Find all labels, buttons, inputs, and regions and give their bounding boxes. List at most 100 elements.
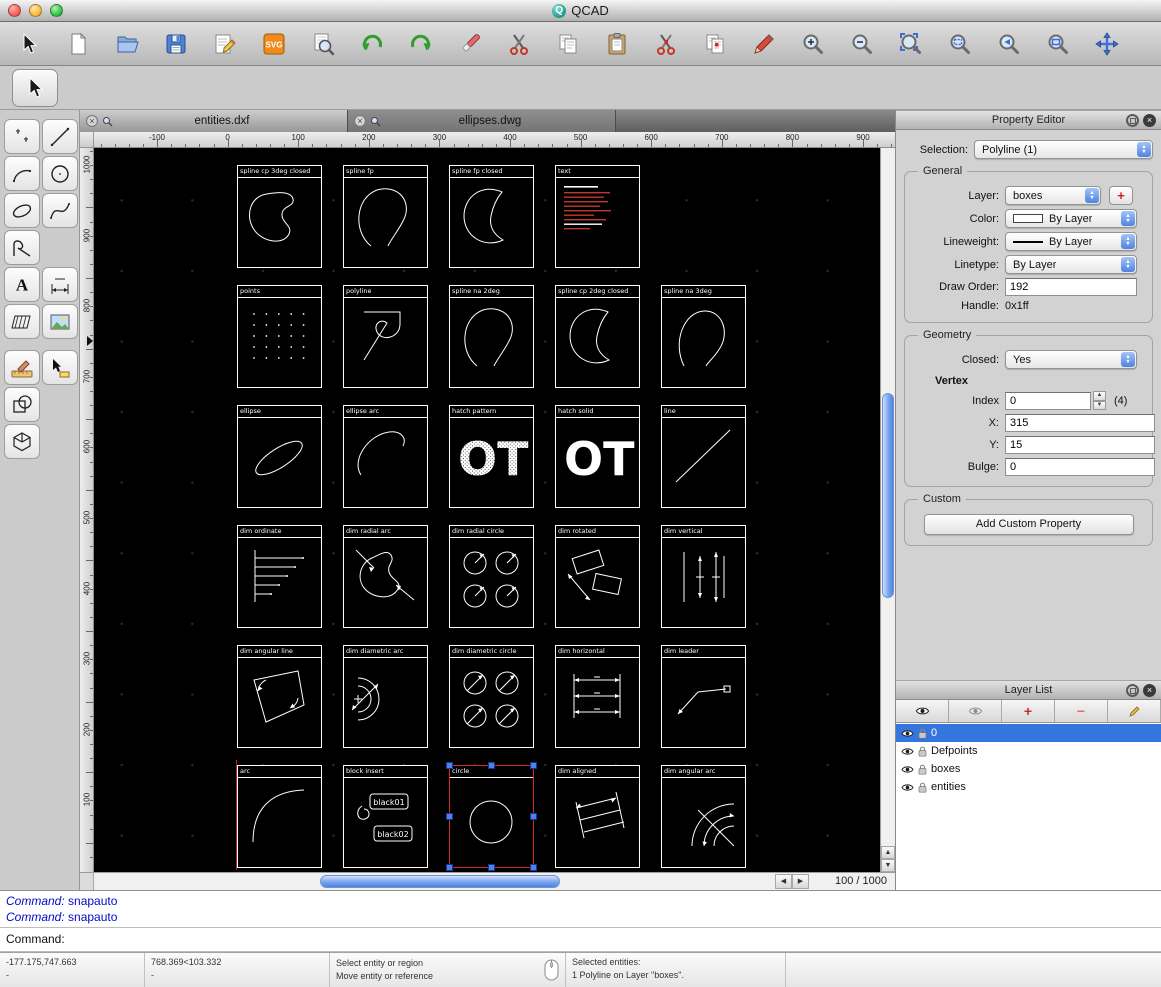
save-drawing-button[interactable] [159, 27, 193, 61]
layer-row-0[interactable]: 0 [896, 724, 1161, 742]
edit-layer-button[interactable] [1108, 700, 1161, 722]
color-popup[interactable]: By Layer ▲▼ [1005, 209, 1137, 228]
selection-handle[interactable] [446, 762, 453, 769]
entity-spline-cp-3deg-closed[interactable]: spline cp 3deg closed [237, 165, 322, 268]
text-tool-button[interactable]: A [4, 267, 40, 302]
dimension-tool-button[interactable] [42, 267, 78, 302]
selection-handle[interactable] [530, 864, 537, 871]
layer-popup[interactable]: boxes ▲▼ [1005, 186, 1101, 205]
selection-handle[interactable] [530, 762, 537, 769]
add-layer-button[interactable]: + [1109, 186, 1133, 205]
tab-zoom-icon[interactable] [102, 116, 113, 127]
vertex-bulge-field[interactable] [1005, 458, 1155, 476]
selection-handle[interactable] [530, 813, 537, 820]
hide-all-layers-button[interactable] [949, 700, 1002, 722]
scroll-left-icon[interactable]: ◀ [775, 874, 792, 889]
zoom-in-button[interactable] [796, 27, 830, 61]
line-tool-button[interactable] [42, 119, 78, 154]
lineweight-popup[interactable]: By Layer ▲▼ [1005, 232, 1137, 251]
layer-lock-icon[interactable] [918, 728, 927, 739]
entity-dim-ordinate[interactable]: dim ordinate [237, 525, 322, 628]
layer-row-entities[interactable]: entities [896, 778, 1161, 796]
entity-spline-fp-closed[interactable]: spline fp closed [449, 165, 534, 268]
info-tool-button[interactable] [42, 350, 78, 385]
vertical-scrollbar[interactable]: ▲ ▼ [880, 148, 895, 872]
scroll-down-icon[interactable]: ▼ [881, 859, 895, 872]
linetype-popup[interactable]: By Layer ▲▼ [1005, 255, 1137, 274]
tab-close-icon[interactable]: × [86, 115, 98, 127]
entity-spline-cp-2deg-closed[interactable]: spline cp 2deg closed [555, 285, 640, 388]
entity-ellipse[interactable]: ellipse [237, 405, 322, 508]
print-preview-button[interactable] [306, 27, 340, 61]
layer-lock-icon[interactable] [918, 782, 927, 793]
vertical-scroll-thumb[interactable] [882, 393, 894, 598]
cut-button[interactable] [502, 27, 536, 61]
horizontal-scroll-thumb[interactable] [320, 875, 560, 888]
entity-dim-diametric-arc[interactable]: dim diametric arc [343, 645, 428, 748]
entity-arc[interactable]: arc [237, 765, 322, 868]
new-layer-button[interactable]: + [1002, 700, 1055, 722]
selection-popup[interactable]: Polyline (1) ▲▼ [974, 140, 1153, 159]
cut-with-reference-button[interactable] [649, 27, 683, 61]
entity-dim-aligned[interactable]: dim aligned [555, 765, 640, 868]
entity-circle[interactable]: circle [449, 765, 534, 868]
entity-spline-na-2deg[interactable]: spline na 2deg [449, 285, 534, 388]
selection-handle[interactable] [488, 864, 495, 871]
delete-button[interactable] [453, 27, 487, 61]
close-window-button[interactable] [8, 4, 21, 17]
entity-block-insert[interactable]: block insertblack01black02 [343, 765, 428, 868]
entity-dim-angular-line[interactable]: dim angular line [237, 645, 322, 748]
shape-tool-button[interactable] [4, 387, 40, 422]
entity-ellipse-arc[interactable]: ellipse arc [343, 405, 428, 508]
arc-tool-button[interactable] [4, 156, 40, 191]
copy-button[interactable] [551, 27, 585, 61]
image-tool-button[interactable] [42, 304, 78, 339]
entity-dim-leader[interactable]: dim leader [661, 645, 746, 748]
paste-with-reference-button[interactable] [698, 27, 732, 61]
selection-handle[interactable] [446, 864, 453, 871]
scroll-up-icon[interactable]: ▲ [881, 846, 895, 859]
index-stepper[interactable]: ▲▼ [1093, 391, 1106, 410]
add-custom-property-button[interactable]: Add Custom Property [924, 514, 1134, 535]
edit-drawing-button[interactable] [208, 27, 242, 61]
modify-tool-button[interactable] [4, 350, 40, 385]
horizontal-scrollbar[interactable]: ◀ ▶ 100 / 1000 [94, 873, 895, 890]
layer-row-defpoints[interactable]: Defpoints [896, 742, 1161, 760]
entity-line[interactable]: line [661, 405, 746, 508]
draw-order-field[interactable] [1005, 278, 1137, 296]
command-history[interactable]: Command: snapautoCommand: snapauto [0, 890, 1161, 928]
layer-visible-icon[interactable] [901, 783, 914, 792]
show-all-layers-button[interactable] [896, 700, 949, 722]
new-drawing-button[interactable] [61, 27, 95, 61]
layer-visible-icon[interactable] [901, 765, 914, 774]
minimize-window-button[interactable] [29, 4, 42, 17]
entity-dim-diametric-circle[interactable]: dim diametric circle [449, 645, 534, 748]
previous-view-button[interactable] [992, 27, 1026, 61]
detach-panel-icon[interactable] [1126, 114, 1139, 127]
entity-dim-rotated[interactable]: dim rotated [555, 525, 640, 628]
tab-zoom-icon[interactable] [370, 116, 381, 127]
hatch-tool-button[interactable] [4, 304, 40, 339]
entity-spline-na-3deg[interactable]: spline na 3deg [661, 285, 746, 388]
entity-dim-radial-arc[interactable]: dim radial arc [343, 525, 428, 628]
entity-spline-fp[interactable]: spline fp [343, 165, 428, 268]
selection-handle[interactable] [488, 762, 495, 769]
circle-tool-button[interactable] [42, 156, 78, 191]
selection-tool-button[interactable] [12, 69, 58, 107]
vertex-index-field[interactable] [1005, 392, 1091, 410]
pan-button[interactable] [1090, 27, 1124, 61]
paste-button[interactable] [600, 27, 634, 61]
layer-visible-icon[interactable] [901, 747, 914, 756]
zoom-window-button[interactable] [1041, 27, 1075, 61]
svg-export-button[interactable]: SVG [257, 27, 291, 61]
zoom-out-button[interactable] [845, 27, 879, 61]
tab-entities-dxf[interactable]: × entities.dxf [80, 110, 348, 132]
close-panel-icon[interactable]: × [1143, 684, 1156, 697]
vertex-y-field[interactable] [1005, 436, 1155, 454]
zoom-selection-button[interactable] [943, 27, 977, 61]
entity-dim-horizontal[interactable]: dim horizontal [555, 645, 640, 748]
ellipse-tool-button[interactable] [4, 193, 40, 228]
remove-layer-button[interactable]: − [1055, 700, 1108, 722]
command-prompt[interactable]: Command: [0, 928, 1161, 952]
solid-tool-button[interactable] [4, 424, 40, 459]
